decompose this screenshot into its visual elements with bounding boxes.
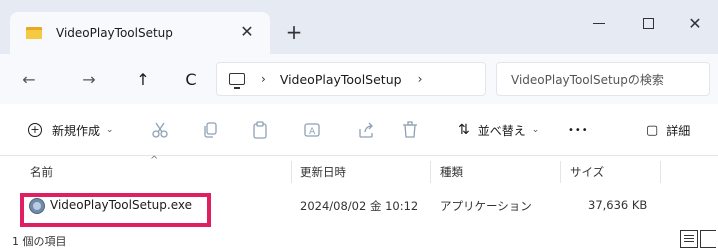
tab-videoplaytoolsetup[interactable]: VideoPlayToolSetup ✕	[10, 12, 270, 54]
cut-button[interactable]	[150, 120, 170, 140]
folder-icon	[26, 27, 42, 39]
path-separator-icon[interactable]: ›	[261, 72, 266, 86]
rename-button[interactable]: A	[302, 120, 322, 140]
refresh-icon[interactable]: C	[180, 69, 202, 89]
more-icon: •••	[568, 124, 589, 136]
tiles-view-icon[interactable]	[700, 230, 716, 248]
sort-label: 並べ替え	[477, 123, 526, 138]
address-bar[interactable]: › VideoPlayToolSetup ›	[216, 62, 486, 96]
new-plus-icon: +	[28, 123, 42, 137]
sort-button[interactable]: ⇅ 並べ替え ⌄	[458, 120, 539, 140]
details-view-icon[interactable]	[680, 230, 698, 248]
back-arrow-icon[interactable]: ←	[18, 69, 40, 89]
new-label: 新規作成	[52, 123, 101, 138]
up-arrow-icon[interactable]: ↑	[132, 69, 154, 89]
search-input[interactable]: VideoPlayToolSetupの検索	[496, 62, 710, 96]
column-header-size[interactable]: サイズ	[570, 164, 604, 180]
file-size: 37,636 KB	[588, 198, 648, 212]
copy-button[interactable]	[200, 120, 220, 140]
column-header-type[interactable]: 種類	[440, 164, 463, 180]
breadcrumb-current-folder[interactable]: VideoPlayToolSetup	[280, 72, 402, 87]
tab-title: VideoPlayToolSetup	[56, 26, 173, 40]
sort-ascending-caret-icon: ^	[150, 155, 159, 166]
maximize-button[interactable]	[625, 12, 671, 34]
delete-button[interactable]	[400, 120, 420, 140]
rename-icon: A	[304, 123, 320, 137]
paste-icon	[253, 121, 267, 139]
search-placeholder: VideoPlayToolSetupの検索	[511, 72, 664, 87]
path-separator-icon-2[interactable]: ›	[418, 72, 423, 86]
navigation-bar: ← → ↑ C › VideoPlayToolSetup › VideoPlay…	[0, 54, 718, 104]
column-divider[interactable]	[660, 161, 661, 183]
forward-arrow-icon[interactable]: →	[78, 69, 100, 89]
cut-icon	[152, 122, 168, 138]
details-pane-button[interactable]: ▢ 詳細	[646, 120, 690, 140]
minimize-icon	[593, 22, 605, 24]
file-type: アプリケーション	[440, 199, 532, 213]
sort-chevron-down-icon: ⌄	[531, 125, 540, 135]
close-icon: ✕	[688, 13, 702, 33]
item-count: 1 個の項目	[12, 235, 67, 248]
more-options-button[interactable]: •••	[568, 120, 589, 140]
this-pc-icon	[229, 73, 245, 89]
paste-button[interactable]	[250, 120, 270, 140]
copy-icon	[204, 122, 217, 138]
column-header-row: ^ 名前 更新日時 種類 サイズ	[0, 155, 718, 187]
minimize-button[interactable]	[576, 12, 622, 34]
column-header-modified[interactable]: 更新日時	[300, 164, 346, 180]
details-pane-icon: ▢	[646, 122, 659, 138]
column-divider[interactable]	[291, 161, 292, 183]
close-window-button[interactable]: ✕	[672, 12, 718, 34]
new-button[interactable]: + 新規作成 ⌄	[28, 120, 114, 140]
new-chevron-down-icon: ⌄	[106, 125, 114, 135]
maximize-icon	[642, 17, 654, 29]
column-header-name[interactable]: 名前	[30, 164, 53, 180]
status-bar: 1 個の項目	[0, 229, 718, 249]
highlight-box	[20, 193, 211, 227]
share-icon	[359, 122, 373, 138]
title-bar: VideoPlayToolSetup ✕ + ✕	[0, 0, 718, 54]
file-modified: 2024/08/02 金 10:12	[300, 199, 419, 213]
share-button[interactable]	[356, 120, 376, 140]
command-bar: + 新規作成 ⌄ A ⇅ 並べ替え ⌄ ••• ▢ 詳細	[0, 104, 718, 156]
column-divider[interactable]	[430, 161, 431, 183]
tab-close-icon[interactable]: ✕	[238, 23, 256, 41]
details-label: 詳細	[666, 123, 691, 138]
svg-text:A: A	[309, 127, 316, 137]
sort-icon: ⇅	[458, 122, 470, 138]
new-tab-icon[interactable]: +	[284, 22, 304, 42]
trash-icon	[403, 121, 417, 138]
column-divider[interactable]	[560, 161, 561, 183]
